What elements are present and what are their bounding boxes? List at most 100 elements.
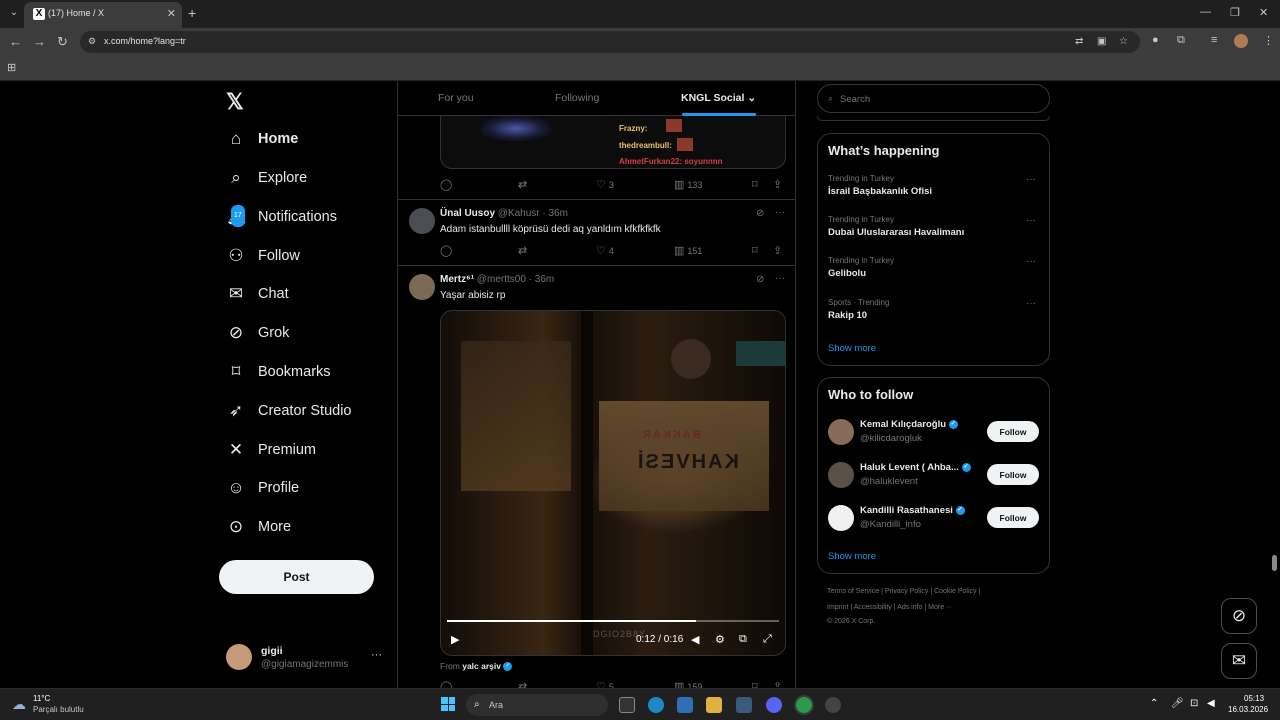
microphone-icon[interactable]: 🎤︎ <box>1171 698 1184 709</box>
share-button[interactable]: ⇪ <box>773 680 782 688</box>
reload-icon[interactable]: ↻ <box>57 34 68 50</box>
network-icon[interactable]: ⊡ <box>1190 698 1198 709</box>
bookmark-button[interactable]: ⌑ <box>752 244 758 257</box>
grok-fab-button[interactable]: ⊘ <box>1221 598 1257 634</box>
nav-creator-studio[interactable]: ➶ Creator Studio <box>226 396 352 426</box>
tab-kngl-social[interactable]: KNGL Social ⌄ <box>681 92 756 104</box>
footer-links[interactable]: Terms of Service | Privacy Policy | Cook… <box>827 588 980 595</box>
trend-more-icon[interactable]: ··· <box>1026 298 1036 309</box>
weather-icon[interactable]: ☁ <box>12 696 26 713</box>
more-icon[interactable]: ··· <box>775 273 785 284</box>
nav-home[interactable]: ⌂ Home <box>226 124 298 154</box>
author-name[interactable]: Mertz⁶¹ <box>440 274 474 285</box>
account-switcher[interactable]: gigii @gigiamagizemmis ··· <box>226 644 386 674</box>
windows-start-icon[interactable] <box>441 697 455 711</box>
follow-name[interactable]: Kandilli Rasathanesi ✓ <box>860 505 965 516</box>
forward-icon[interactable]: → <box>33 34 46 49</box>
follow-button[interactable]: Follow <box>987 507 1039 528</box>
tray-chevron-icon[interactable]: ⌃ <box>1150 698 1158 709</box>
views-button[interactable]: ▥ 159 <box>674 680 702 688</box>
grok-icon[interactable]: ⊘ <box>756 208 764 219</box>
follow-button[interactable]: Follow <box>987 421 1039 442</box>
trend-name[interactable]: İsrail Başbakanlık Ofisi <box>828 186 932 197</box>
trend-name[interactable]: Gelibolu <box>828 268 866 279</box>
trend-more-icon[interactable]: ··· <box>1026 215 1036 226</box>
window-close-icon[interactable]: ✕ <box>1259 6 1268 19</box>
follow-name[interactable]: Haluk Levent ( Ahba... ✓ <box>860 462 971 473</box>
play-icon[interactable]: ▶ <box>451 633 459 646</box>
settings-icon[interactable]: ⚙ <box>715 633 725 646</box>
reply-button[interactable]: ◯ <box>440 680 452 688</box>
messages-fab-button[interactable]: ✉ <box>1221 643 1257 679</box>
trend-more-icon[interactable]: ··· <box>1026 256 1036 267</box>
trend-name[interactable]: Dubai Uluslararası Havalimanı <box>828 227 964 238</box>
retweet-button[interactable]: ⇄ <box>518 178 527 191</box>
taskbar-search[interactable]: ⌕ Ara <box>466 694 608 716</box>
avatar[interactable] <box>828 419 854 445</box>
apps-grid-icon[interactable]: ⊞ <box>7 61 16 74</box>
close-tab-icon[interactable]: ✕ <box>167 7 176 20</box>
trend-name[interactable]: Rakip 10 <box>828 310 867 321</box>
profile-avatar[interactable] <box>1234 34 1248 48</box>
restore-icon[interactable]: ❐ <box>1230 6 1240 19</box>
nav-notifications[interactable]: 🔔︎17 Notifications <box>226 202 337 232</box>
chrome-icon[interactable] <box>796 697 812 713</box>
avatar[interactable] <box>828 462 854 488</box>
weather-desc[interactable]: Parçalı bulutlu <box>33 705 84 714</box>
avatar[interactable] <box>828 505 854 531</box>
source-name[interactable]: yalc arşiv <box>462 661 501 671</box>
show-more-link[interactable]: Show more <box>828 551 876 562</box>
edge-icon[interactable] <box>648 697 664 713</box>
footer-links[interactable]: Imprint | Accessibility | Ads info | Mor… <box>827 604 953 611</box>
follow-button[interactable]: Follow <box>987 464 1039 485</box>
video-progress-bar[interactable] <box>447 620 779 622</box>
share-button[interactable]: ⇪ <box>773 178 782 191</box>
back-icon[interactable]: ← <box>9 34 22 49</box>
previous-media[interactable]: Frazny: thedreambull: AhmetFurkan22: soy… <box>440 116 786 169</box>
file-explorer-icon[interactable] <box>706 697 722 713</box>
page-scrollbar[interactable] <box>1272 555 1277 571</box>
nav-explore[interactable]: ⌕ Explore <box>226 163 307 193</box>
author-name[interactable]: Ünal Uusoy <box>440 208 495 219</box>
avatar[interactable] <box>409 274 435 300</box>
nav-bookmarks[interactable]: ⌑ Bookmarks <box>226 357 331 387</box>
nav-chat[interactable]: ✉ Chat <box>226 279 289 309</box>
tab-search-chevron-icon[interactable]: ⌄ <box>6 5 22 21</box>
more-icon[interactable]: ··· <box>775 207 785 218</box>
translate-icon[interactable]: ⇄ <box>1075 36 1083 47</box>
pip-icon[interactable]: ⧉ <box>739 633 747 646</box>
discord-icon[interactable] <box>766 697 782 713</box>
tab-for-you[interactable]: For you <box>438 92 474 104</box>
extension-icon[interactable]: ● <box>1152 34 1159 46</box>
like-button[interactable]: ♡ 3 <box>596 178 614 191</box>
task-view-icon[interactable] <box>619 697 635 713</box>
bookmark-button[interactable]: ⌑ <box>752 178 758 191</box>
browser-tab[interactable]: X (17) Home / X ✕ <box>24 2 182 28</box>
views-button[interactable]: ▥ 151 <box>674 244 702 257</box>
search-input[interactable]: ⌕ Search <box>817 84 1050 113</box>
minimize-icon[interactable]: — <box>1200 6 1211 18</box>
reply-button[interactable]: ◯ <box>440 178 452 191</box>
post-button[interactable]: Post <box>219 560 374 594</box>
volume-icon[interactable]: ◀︎ <box>1207 698 1215 709</box>
video-player[interactable]: BAKKAR KAHVESİ ▶ DGIO2B8Y 0:12 / 0:16 ◀︎… <box>440 310 786 656</box>
nav-more[interactable]: ⊙ More <box>226 512 291 542</box>
nav-grok[interactable]: ⊘ Grok <box>226 318 290 348</box>
like-button[interactable]: ♡ 4 <box>596 244 614 257</box>
clock-date[interactable]: 16.03.2026 <box>1228 705 1268 714</box>
nav-follow[interactable]: ⚇ Follow <box>226 241 300 271</box>
trend-more-icon[interactable]: ··· <box>1026 174 1036 185</box>
reply-button[interactable]: ◯ <box>440 244 452 257</box>
retweet-button[interactable]: ⇄ <box>518 244 527 257</box>
bookmark-star-icon[interactable]: ☆ <box>1119 36 1128 47</box>
nav-profile[interactable]: ☺ Profile <box>226 473 299 503</box>
bookmark-button[interactable]: ⌑ <box>752 680 758 688</box>
share-button[interactable]: ⇪ <box>773 244 782 257</box>
new-tab-icon[interactable]: + <box>188 5 196 21</box>
browser-menu-icon[interactable]: ⋮ <box>1263 34 1274 47</box>
site-info-icon[interactable]: ⚙ <box>88 36 96 47</box>
store-icon[interactable] <box>677 697 693 713</box>
views-button[interactable]: ▥ 133 <box>674 178 702 191</box>
tab-following[interactable]: Following <box>555 92 599 104</box>
address-bar[interactable]: ⚙ x.com/home?lang=tr ⇄ ▣ ☆ <box>80 31 1140 53</box>
